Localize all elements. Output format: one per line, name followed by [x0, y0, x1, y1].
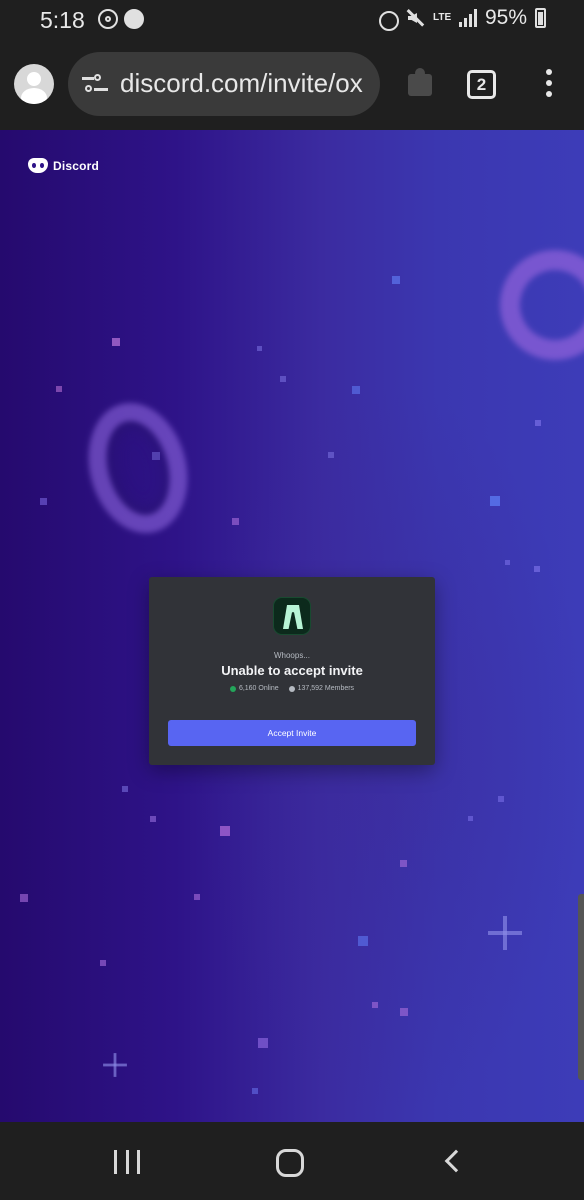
online-status-icon [229, 685, 236, 692]
online-count: 6,160 Online [229, 685, 279, 692]
decorative-ring [74, 391, 202, 545]
tab-switcher-button[interactable]: 2 [467, 70, 496, 99]
back-icon[interactable] [444, 1149, 468, 1173]
discord-logo-icon [28, 158, 48, 173]
extension-puzzle-icon[interactable] [404, 66, 438, 100]
alarm-icon [377, 8, 399, 31]
sparkle-plus [488, 916, 522, 950]
member-count-label: 137,592 Members [297, 685, 355, 692]
url-text[interactable]: discord.com/invite/ox [120, 68, 368, 99]
sparkle [505, 560, 510, 565]
page-scrollbar[interactable] [578, 894, 584, 1080]
sparkle [56, 386, 62, 392]
sparkle [194, 894, 200, 900]
sparkle [490, 496, 500, 506]
sparkle [232, 518, 239, 525]
browser-toolbar: discord.com/invite/ox 2 [0, 42, 584, 130]
sparkle [535, 420, 541, 426]
notification-icons [98, 9, 144, 29]
sparkle [400, 1008, 408, 1016]
sparkle [358, 936, 368, 946]
online-count-label: 6,160 Online [238, 685, 279, 692]
profile-avatar-icon[interactable] [14, 64, 54, 104]
decorative-ring [484, 234, 584, 376]
battery-percent: 95% [484, 6, 527, 29]
battery-icon [535, 8, 546, 28]
discord-wordmark: Discord [53, 158, 100, 173]
mute-icon [405, 8, 425, 28]
discord-logo[interactable]: Discord [28, 158, 99, 173]
sparkle [252, 1088, 258, 1094]
invite-subtitle: Whoops... [273, 651, 310, 660]
accept-invite-button[interactable]: Accept Invite [168, 720, 416, 746]
sparkle-plus [103, 1053, 127, 1077]
sparkle [257, 346, 262, 351]
sparkle [280, 376, 286, 382]
server-icon [273, 597, 311, 635]
sparkle [150, 816, 156, 822]
home-icon[interactable] [276, 1149, 304, 1177]
sparkle [112, 338, 120, 346]
member-count: 137,592 Members [288, 685, 355, 692]
recent-apps-icon[interactable] [114, 1150, 140, 1174]
sparkle [372, 1002, 378, 1008]
more-menu-icon[interactable] [544, 69, 554, 101]
sparkle [220, 826, 230, 836]
signal-icon [458, 9, 477, 27]
discord-invite-page: Discord Whoops... Unable to accept invit… [0, 130, 584, 1122]
sparkle [20, 894, 28, 902]
status-time: 5:18 [40, 7, 85, 33]
sparkle [328, 452, 334, 458]
sparkle [122, 786, 128, 792]
sparkle [152, 452, 160, 460]
invite-title: Unable to accept invite [221, 663, 363, 678]
invite-card: Whoops... Unable to accept invite 6,160 … [149, 577, 435, 765]
sparkle [498, 796, 504, 802]
sparkle [352, 386, 360, 394]
members-status-icon [288, 685, 295, 692]
server-stats: 6,160 Online 137,592 Members [149, 685, 435, 692]
sparkle [392, 276, 400, 284]
address-bar[interactable]: discord.com/invite/ox [68, 52, 380, 116]
sparkle [534, 566, 540, 572]
sparkle [400, 860, 407, 867]
network-type: LTE [432, 12, 452, 23]
system-nav-bar [0, 1122, 584, 1200]
messenger-icon [124, 9, 144, 29]
site-settings-icon[interactable] [82, 74, 108, 94]
status-bar: 5:18 LTE 95% [0, 0, 584, 42]
sparkle [40, 498, 47, 505]
sparkle [100, 960, 106, 966]
sparkle [258, 1038, 268, 1048]
system-status: LTE 95% [377, 6, 546, 31]
sync-icon [98, 9, 118, 29]
sparkle [468, 816, 473, 821]
